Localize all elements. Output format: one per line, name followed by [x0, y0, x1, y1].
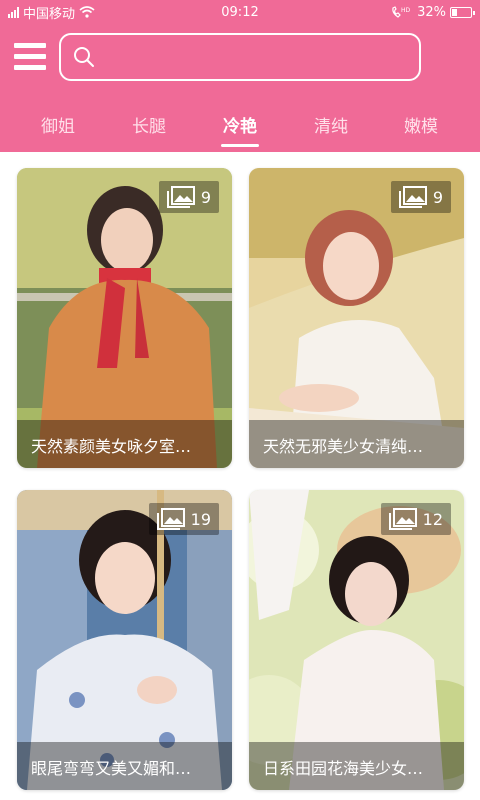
tab-changtui[interactable]: 长腿: [101, 112, 197, 137]
status-bar: 中国移动 09:12 HD 32%: [0, 0, 480, 24]
gallery-card[interactable]: 12 日系田园花海美少女…: [249, 490, 464, 790]
gallery-card[interactable]: 19 眼尾弯弯又美又媚和…: [17, 490, 232, 790]
gallery-icon: [156, 508, 185, 530]
battery-percent: 32%: [417, 4, 446, 20]
menu-icon-bar: [14, 43, 46, 48]
status-left: 中国移动: [8, 3, 95, 22]
menu-icon-bar: [14, 54, 46, 59]
card-title: 天然无邪美少女清纯…: [249, 420, 464, 468]
search-box[interactable]: [59, 33, 421, 81]
category-tabs: 御姐 长腿 冷艳 清纯 嫩模: [0, 108, 480, 152]
gallery-icon: [166, 186, 195, 208]
menu-button[interactable]: [14, 43, 46, 71]
battery-icon: [450, 6, 475, 18]
signal-icon: [8, 6, 19, 18]
tab-lengyan[interactable]: 冷艳: [192, 112, 288, 137]
top-bar: 御姐 长腿 冷艳 清纯 嫩模: [0, 24, 480, 152]
photo-count: 9: [432, 187, 443, 207]
gallery-grid: 9 天然素颜美女咏夕室… 9 天然无邪美少女清纯… 19 眼尾弯弯又美又媚和… …: [0, 152, 480, 800]
gallery-icon: [388, 508, 417, 530]
search-icon: [74, 47, 94, 67]
tab-qingchun[interactable]: 清纯: [283, 112, 379, 137]
gallery-card[interactable]: 9 天然素颜美女咏夕室…: [17, 168, 232, 468]
photo-count-badge: 12: [380, 503, 451, 535]
card-title: 眼尾弯弯又美又媚和…: [17, 742, 232, 790]
photo-count: 9: [200, 187, 211, 207]
status-right: HD 32%: [391, 4, 475, 20]
wifi-icon: [79, 6, 95, 18]
tab-yujie[interactable]: 御姐: [10, 112, 106, 137]
gallery-card[interactable]: 9 天然无邪美少女清纯…: [249, 168, 464, 468]
photo-count-badge: 19: [148, 503, 219, 535]
tab-nenmo[interactable]: 嫩模: [373, 112, 469, 137]
volte-call-icon: HD: [392, 6, 411, 18]
battery-fill: [452, 8, 457, 16]
carrier-label: 中国移动: [23, 6, 76, 22]
photo-count-badge: 9: [390, 181, 451, 213]
card-title: 天然素颜美女咏夕室…: [17, 420, 232, 468]
svg-text:HD: HD: [401, 7, 411, 14]
menu-icon-bar: [14, 65, 46, 70]
photo-count: 12: [422, 509, 443, 529]
active-tab-indicator: [221, 144, 259, 147]
gallery-icon: [398, 186, 427, 208]
search-input[interactable]: [103, 35, 419, 79]
photo-count: 19: [190, 509, 211, 529]
card-title: 日系田园花海美少女…: [249, 742, 464, 790]
photo-count-badge: 9: [158, 181, 219, 213]
